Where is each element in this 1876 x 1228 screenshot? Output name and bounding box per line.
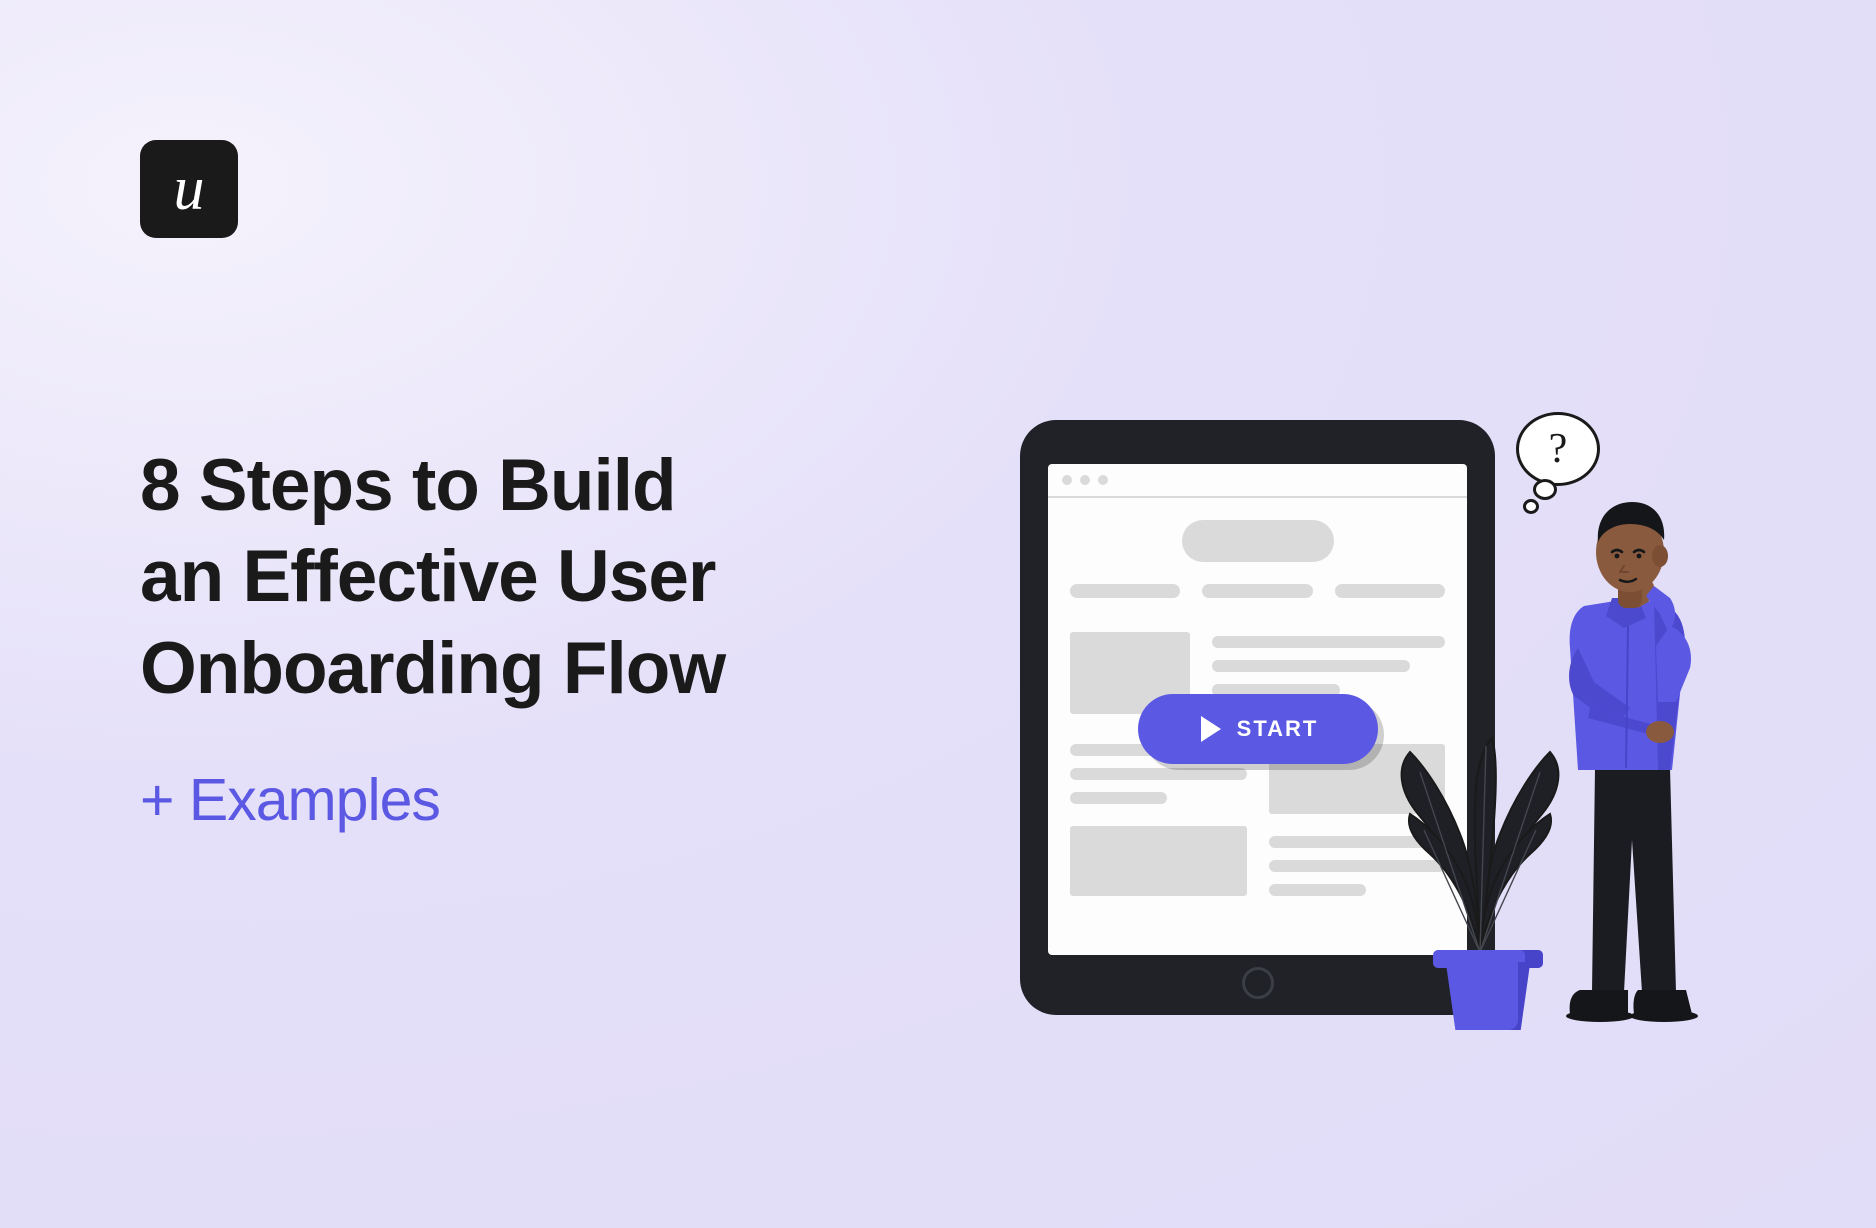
skeleton-pill [1182,520,1334,562]
skeleton-line [1070,792,1167,804]
logo-letter: u [174,154,205,225]
title: 8 Steps to Build an Effective User Onboa… [140,440,990,714]
start-button-label: START [1237,716,1319,742]
subtitle: + Examples [140,766,990,834]
title-line-2: an Effective User [140,531,990,622]
illustration: START ? [1000,420,1760,1030]
userpilot-logo: u [140,140,238,238]
skeleton-col [1070,744,1247,896]
skeleton-line [1212,636,1445,648]
title-line-1: 8 Steps to Build [140,440,990,531]
window-dot-icon [1080,475,1090,485]
play-icon [1201,716,1221,742]
skeleton-bar [1335,584,1445,598]
person-illustration [1520,470,1750,1030]
window-dot-icon [1062,475,1072,485]
skeleton-line [1269,884,1366,896]
window-dot-icon [1098,475,1108,485]
home-button-icon [1242,967,1274,999]
skeleton-row [1070,584,1445,598]
question-mark: ? [1549,425,1568,473]
skeleton-line [1212,660,1410,672]
skeleton-lines [1212,632,1445,696]
skeleton-bar [1070,584,1180,598]
title-line-3: Onboarding Flow [140,623,990,714]
start-button: START [1138,694,1378,764]
skeleton-bar [1202,584,1312,598]
browser-bar [1048,464,1467,498]
skeleton-line [1070,768,1247,780]
skeleton-rect [1070,826,1247,896]
headline-block: 8 Steps to Build an Effective User Onboa… [140,440,990,834]
